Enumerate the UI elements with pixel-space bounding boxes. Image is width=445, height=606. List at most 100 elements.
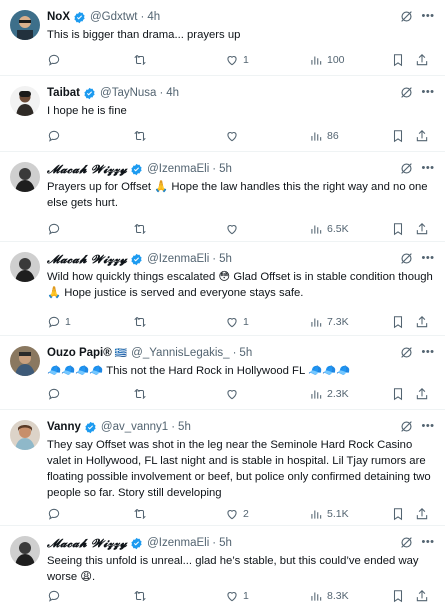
avatar[interactable]: [10, 252, 40, 282]
share-button[interactable]: [415, 589, 429, 603]
timestamp[interactable]: 5h: [239, 347, 252, 359]
views-button[interactable]: 2.3K: [309, 387, 349, 401]
tweet[interactable]: 𝓜𝓪𝓬𝓪𝓱 𝓦𝓲𝔃𝔃𝔂 @IzenmaEli · 5h ••• Prayers …: [0, 152, 445, 242]
tweet-text: They say Offset was shot in the leg near…: [47, 439, 431, 499]
tweet[interactable]: Taibat @TayNusa · 4h ••• I hope he is fi…: [0, 76, 445, 152]
like-button[interactable]: 1: [225, 589, 249, 603]
timestamp[interactable]: 5h: [219, 253, 232, 265]
reply-button[interactable]: 1: [47, 315, 71, 329]
avatar[interactable]: [10, 346, 40, 376]
share-button[interactable]: [415, 507, 429, 521]
handle[interactable]: @_YannisLegakis_: [131, 347, 229, 359]
retweet-button[interactable]: [133, 387, 151, 401]
display-name[interactable]: 𝓜𝓪𝓬𝓪𝓱 𝓦𝓲𝔃𝔃𝔂: [47, 252, 127, 267]
grok-icon[interactable]: [399, 419, 413, 433]
views-icon: [311, 592, 322, 601]
tweet[interactable]: NoX @Gdxtwt · 4h ••• This is bigger than…: [0, 0, 445, 76]
handle[interactable]: @IzenmaEli: [147, 253, 209, 265]
views-button[interactable]: 5.1K: [309, 507, 349, 521]
like-button[interactable]: [225, 222, 243, 236]
grok-icon[interactable]: [399, 9, 413, 23]
grok-icon[interactable]: [399, 345, 413, 359]
like-button[interactable]: 1: [225, 315, 249, 329]
grok-icon[interactable]: [399, 85, 413, 99]
like-button[interactable]: 1: [225, 53, 249, 67]
reply-button[interactable]: [47, 222, 65, 236]
more-icon[interactable]: •••: [421, 419, 435, 433]
retweet-button[interactable]: [133, 507, 151, 521]
more-icon[interactable]: •••: [421, 85, 435, 99]
retweet-button[interactable]: [133, 315, 151, 329]
retweet-button[interactable]: [133, 129, 151, 143]
grok-icon[interactable]: [399, 161, 413, 175]
display-name[interactable]: Ouzo Papi®: [47, 347, 112, 359]
handle[interactable]: @IzenmaEli: [147, 163, 209, 175]
share-button[interactable]: [415, 129, 429, 143]
reply-button[interactable]: [47, 53, 65, 67]
bookmark-button[interactable]: [391, 387, 405, 401]
handle[interactable]: @IzenmaEli: [147, 537, 209, 549]
tweet[interactable]: Vanny @av_vanny1 · 5h ••• They say Offse…: [0, 410, 445, 526]
reply-button[interactable]: [47, 129, 65, 143]
timestamp[interactable]: 4h: [166, 87, 179, 99]
like-count: 1: [243, 590, 249, 602]
reply-button[interactable]: [47, 589, 65, 603]
timestamp[interactable]: 5h: [219, 163, 232, 175]
views-button[interactable]: 100: [309, 53, 345, 67]
like-button[interactable]: [225, 387, 243, 401]
tweet[interactable]: 𝓜𝓪𝓬𝓪𝓱 𝓦𝓲𝔃𝔃𝔂 @IzenmaEli · 5h ••• Wild how…: [0, 242, 445, 336]
share-button[interactable]: [415, 53, 429, 67]
grok-icon[interactable]: [399, 535, 413, 549]
avatar[interactable]: [10, 10, 40, 40]
reply-button[interactable]: [47, 507, 65, 521]
like-button[interactable]: [225, 129, 243, 143]
display-name[interactable]: Vanny: [47, 421, 81, 433]
action-bar: 86: [47, 128, 435, 144]
more-icon[interactable]: •••: [421, 161, 435, 175]
bookmark-button[interactable]: [391, 129, 405, 143]
share-button[interactable]: [415, 222, 429, 236]
display-name[interactable]: NoX: [47, 11, 70, 23]
display-name[interactable]: 𝓜𝓪𝓬𝓪𝓱 𝓦𝓲𝔃𝔃𝔂: [47, 162, 127, 177]
more-icon[interactable]: •••: [421, 345, 435, 359]
heart-icon: [227, 225, 237, 235]
tweet[interactable]: 𝓜𝓪𝓬𝓪𝓱 𝓦𝓲𝔃𝔃𝔂 @IzenmaEli · 5h ••• Seeing t…: [0, 526, 445, 606]
retweet-button[interactable]: [133, 589, 151, 603]
avatar[interactable]: [10, 420, 40, 450]
views-button[interactable]: 86: [309, 129, 339, 143]
bookmark-button[interactable]: [391, 589, 405, 603]
like-button[interactable]: 2: [225, 507, 249, 521]
more-icon[interactable]: •••: [421, 251, 435, 265]
tweet[interactable]: Ouzo Papi® 🇬🇷 @_YannisLegakis_ · 5h ••• …: [0, 336, 445, 410]
bookmark-button[interactable]: [391, 222, 405, 236]
reply-button[interactable]: [47, 387, 65, 401]
views-count: 6.5K: [327, 223, 349, 235]
handle[interactable]: @Gdxtwt: [90, 11, 137, 23]
views-icon: [311, 390, 322, 399]
handle[interactable]: @av_vanny1: [101, 421, 168, 433]
more-icon[interactable]: •••: [421, 535, 435, 549]
timestamp[interactable]: 5h: [178, 421, 191, 433]
more-icon[interactable]: •••: [421, 9, 435, 23]
bookmark-icon: [393, 316, 403, 329]
views-button[interactable]: 6.5K: [309, 222, 349, 236]
retweet-button[interactable]: [133, 222, 151, 236]
bookmark-button[interactable]: [391, 507, 405, 521]
avatar[interactable]: [10, 536, 40, 566]
views-count: 86: [327, 130, 339, 142]
display-name[interactable]: Taibat: [47, 87, 80, 99]
timestamp[interactable]: 5h: [219, 537, 232, 549]
display-name[interactable]: 𝓜𝓪𝓬𝓪𝓱 𝓦𝓲𝔃𝔃𝔂: [47, 536, 127, 551]
avatar[interactable]: [10, 162, 40, 192]
share-button[interactable]: [415, 315, 429, 329]
timestamp[interactable]: 4h: [147, 11, 160, 23]
handle[interactable]: @TayNusa: [100, 87, 156, 99]
grok-icon[interactable]: [399, 251, 413, 265]
share-button[interactable]: [415, 387, 429, 401]
views-button[interactable]: 7.3K: [309, 315, 349, 329]
avatar[interactable]: [10, 86, 40, 116]
retweet-button[interactable]: [133, 53, 151, 67]
bookmark-button[interactable]: [391, 315, 405, 329]
bookmark-button[interactable]: [391, 53, 405, 67]
views-button[interactable]: 8.3K: [309, 589, 349, 603]
